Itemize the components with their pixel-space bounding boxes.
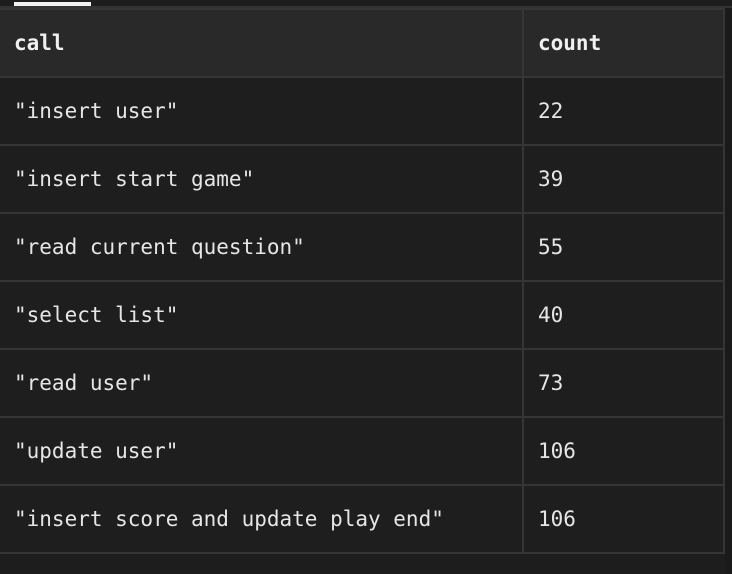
cell-call: "insert start game" [0, 144, 524, 214]
column-header-count[interactable]: count [522, 8, 725, 78]
cell-count: 73 [522, 348, 725, 418]
cell-count: 22 [522, 76, 725, 146]
table-row: "insert score and update play end" 106 [0, 484, 725, 554]
table-row: "insert user" 22 [0, 76, 725, 146]
cell-call: "select list" [0, 280, 524, 350]
table-row: "select list" 40 [0, 280, 725, 350]
cell-count: 106 [522, 416, 725, 486]
cell-call: "read user" [0, 348, 524, 418]
cell-call: "read current question" [0, 212, 524, 282]
results-table: call count "insert user" 22 "insert start… [0, 8, 725, 554]
table-row: "read current question" 55 [0, 212, 725, 282]
table-row: "insert start game" 39 [0, 144, 725, 214]
cell-call: "update user" [0, 416, 524, 486]
table-row: "update user" 106 [0, 416, 725, 486]
table-header-row: call count [0, 8, 725, 78]
cell-count: 106 [522, 484, 725, 554]
cell-call: "insert score and update play end" [0, 484, 524, 554]
scrollbar-track[interactable] [725, 8, 732, 574]
column-header-call[interactable]: call [0, 8, 524, 78]
cell-count: 40 [522, 280, 725, 350]
cell-count: 39 [522, 144, 725, 214]
cell-count: 55 [522, 212, 725, 282]
cell-call: "insert user" [0, 76, 524, 146]
table-row: "read user" 73 [0, 348, 725, 418]
